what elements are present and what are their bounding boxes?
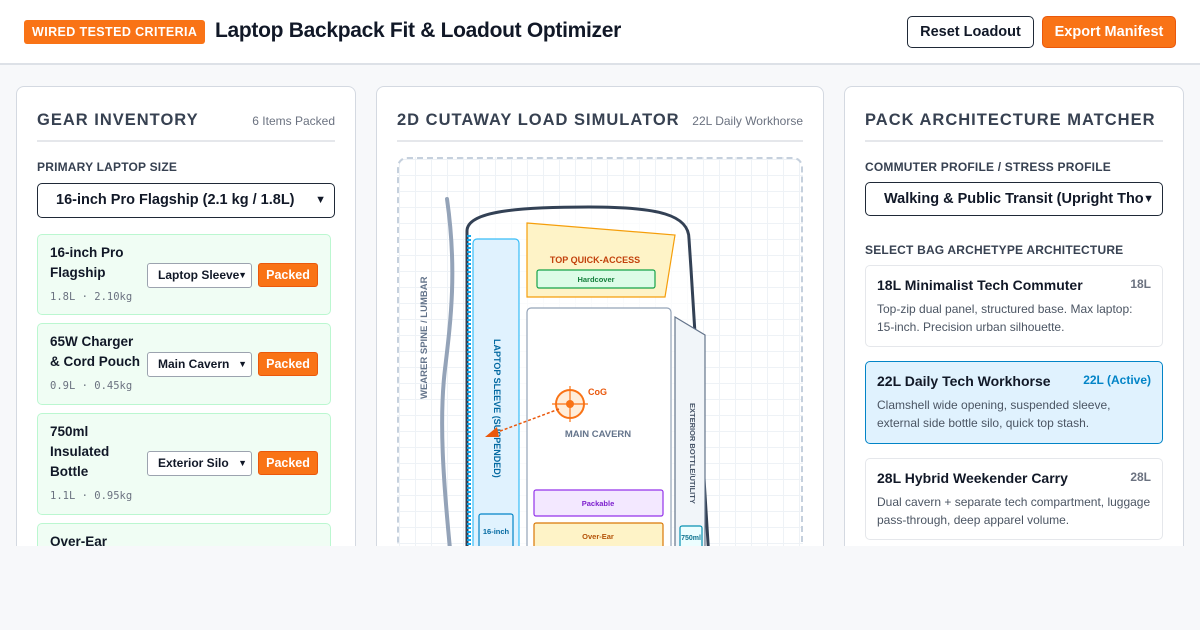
bottle-chip-label: 750ml (681, 535, 701, 542)
load-simulator-panel: 2D CUTAWAY LOAD SIMULATOR 22L Daily Work… (376, 86, 824, 546)
item-name: 65W Charger & Cord Pouch (50, 334, 140, 369)
laptop-chip-label: 16-inch (483, 527, 510, 536)
spine-curve (440, 197, 455, 546)
item-meta: 1.1L · 0.95kg (50, 490, 133, 502)
spine-label: WEARER SPINE / LUMBAR (419, 276, 430, 399)
divider (397, 140, 803, 142)
gear-inventory-panel: GEAR INVENTORY 6 Items Packed PRIMARY LA… (16, 86, 356, 546)
profile-label: COMMUTER PROFILE / STRESS PROFILE (865, 160, 1111, 174)
commuter-profile-select[interactable]: Walking & Public Transit (Upright Tho ▼ (865, 182, 1163, 216)
list-item: 16-inch Pro Flagship 1.8L · 2.10kg Lapto… (37, 234, 331, 315)
architecture-matcher-panel: PACK ARCHITECTURE MATCHER COMMUTER PROFI… (844, 86, 1184, 546)
archetype-description: Clamshell wide opening, suspended sleeve… (877, 398, 1111, 430)
item-name: 750ml Insulated Bottle (50, 424, 110, 479)
item-meta: 1.8L · 2.10kg (50, 291, 133, 303)
laptop-sleeve-label: LAPTOP SLEEVE (SUSPENDED) (492, 339, 502, 478)
chevron-down-icon: ▼ (315, 194, 326, 206)
main-cavern-label: MAIN CAVERN (565, 429, 631, 440)
archetype-name: 18L Minimalist Tech Commuter (877, 277, 1083, 293)
list-item: 750ml Insulated Bottle 1.1L · 0.95kg Ext… (37, 413, 331, 515)
archetype-card-28l[interactable]: 28L Hybrid Weekender Carry 28L Dual cave… (865, 458, 1163, 540)
active-pack-label: 22L Daily Workhorse (692, 114, 803, 128)
exterior-silo-label: EXTERIOR BOTTLE/UTILITY (688, 403, 697, 504)
laptop-size-select[interactable]: 16-inch Pro Flagship (2.1 kg / 1.8L) ▼ (37, 183, 335, 218)
item-meta: 0.9L · 0.45kg (50, 380, 133, 392)
top-quick-access-label: TOP QUICK-ACCESS (550, 255, 640, 265)
archetype-name: 22L Daily Tech Workhorse (877, 373, 1051, 389)
archetype-name: 28L Hybrid Weekender Carry (877, 470, 1068, 486)
criteria-badge: WIRED TESTED CRITERIA (24, 20, 206, 44)
archetype-description: Dual cavern + separate tech compartment,… (877, 495, 1151, 527)
archetype-volume: 22L (Active) (1083, 373, 1151, 387)
items-packed-count: 6 Items Packed (252, 114, 335, 128)
panel-title: GEAR INVENTORY (37, 111, 199, 129)
chevron-down-icon: ▼ (1143, 193, 1154, 205)
slot-value: Exterior Silo (158, 456, 229, 470)
slot-select[interactable]: Main Cavern ▼ (147, 352, 252, 377)
page-title: Laptop Backpack Fit & Loadout Optimizer (215, 19, 622, 42)
packed-toggle[interactable]: Packed (258, 352, 318, 376)
laptop-size-value: 16-inch Pro Flagship (2.1 kg / 1.8L) (56, 192, 295, 208)
list-item: 65W Charger & Cord Pouch 0.9L · 0.45kg M… (37, 323, 331, 405)
cutaway-canvas[interactable]: WEARER SPINE / LUMBAR LAPTOP SLEEVE (SUS… (397, 157, 803, 546)
list-item: Over-Ear (37, 523, 331, 546)
chevron-down-icon: ▼ (238, 359, 247, 369)
laptop-size-label: PRIMARY LAPTOP SIZE (37, 160, 178, 174)
packed-toggle[interactable]: Packed (258, 263, 318, 287)
slot-select[interactable]: Laptop Sleeve ▼ (147, 263, 252, 288)
panel-title: PACK ARCHITECTURE MATCHER (865, 111, 1156, 129)
panel-title: 2D CUTAWAY LOAD SIMULATOR (397, 111, 680, 129)
backpack-cutaway-diagram: WEARER SPINE / LUMBAR LAPTOP SLEEVE (SUS… (419, 197, 710, 546)
divider (865, 140, 1163, 142)
archetype-label: SELECT BAG ARCHETYPE ARCHITECTURE (865, 243, 1124, 257)
archetype-volume: 28L (1130, 470, 1151, 484)
reset-loadout-button[interactable]: Reset Loadout (907, 16, 1034, 48)
archetype-card-22l[interactable]: 22L Daily Tech Workhorse 22L (Active) Cl… (865, 361, 1163, 444)
slot-select[interactable]: Exterior Silo ▼ (147, 451, 252, 476)
archetype-card-18l[interactable]: 18L Minimalist Tech Commuter 18L Top-zip… (865, 265, 1163, 347)
item-name: 16-inch Pro Flagship (50, 245, 124, 280)
export-manifest-button[interactable]: Export Manifest (1042, 16, 1176, 48)
cog-label: CoG (588, 387, 607, 397)
archetype-description: Top-zip dual panel, structured base. Max… (877, 302, 1133, 334)
archetype-volume: 18L (1130, 277, 1151, 291)
packed-toggle[interactable]: Packed (258, 451, 318, 475)
profile-value: Walking & Public Transit (Upright Tho (884, 191, 1144, 207)
divider (37, 140, 335, 142)
overear-chip-label: Over-Ear (582, 532, 614, 541)
hardcover-chip-label: Hardcover (577, 275, 614, 284)
item-name: Over-Ear (50, 534, 108, 546)
chevron-down-icon: ▼ (238, 458, 247, 468)
chevron-down-icon: ▼ (238, 270, 247, 280)
slot-value: Laptop Sleeve (158, 268, 240, 282)
slot-value: Main Cavern (158, 357, 230, 371)
top-bar: WIRED TESTED CRITERIA Laptop Backpack Fi… (0, 0, 1200, 65)
packable-chip-label: Packable (582, 499, 615, 508)
